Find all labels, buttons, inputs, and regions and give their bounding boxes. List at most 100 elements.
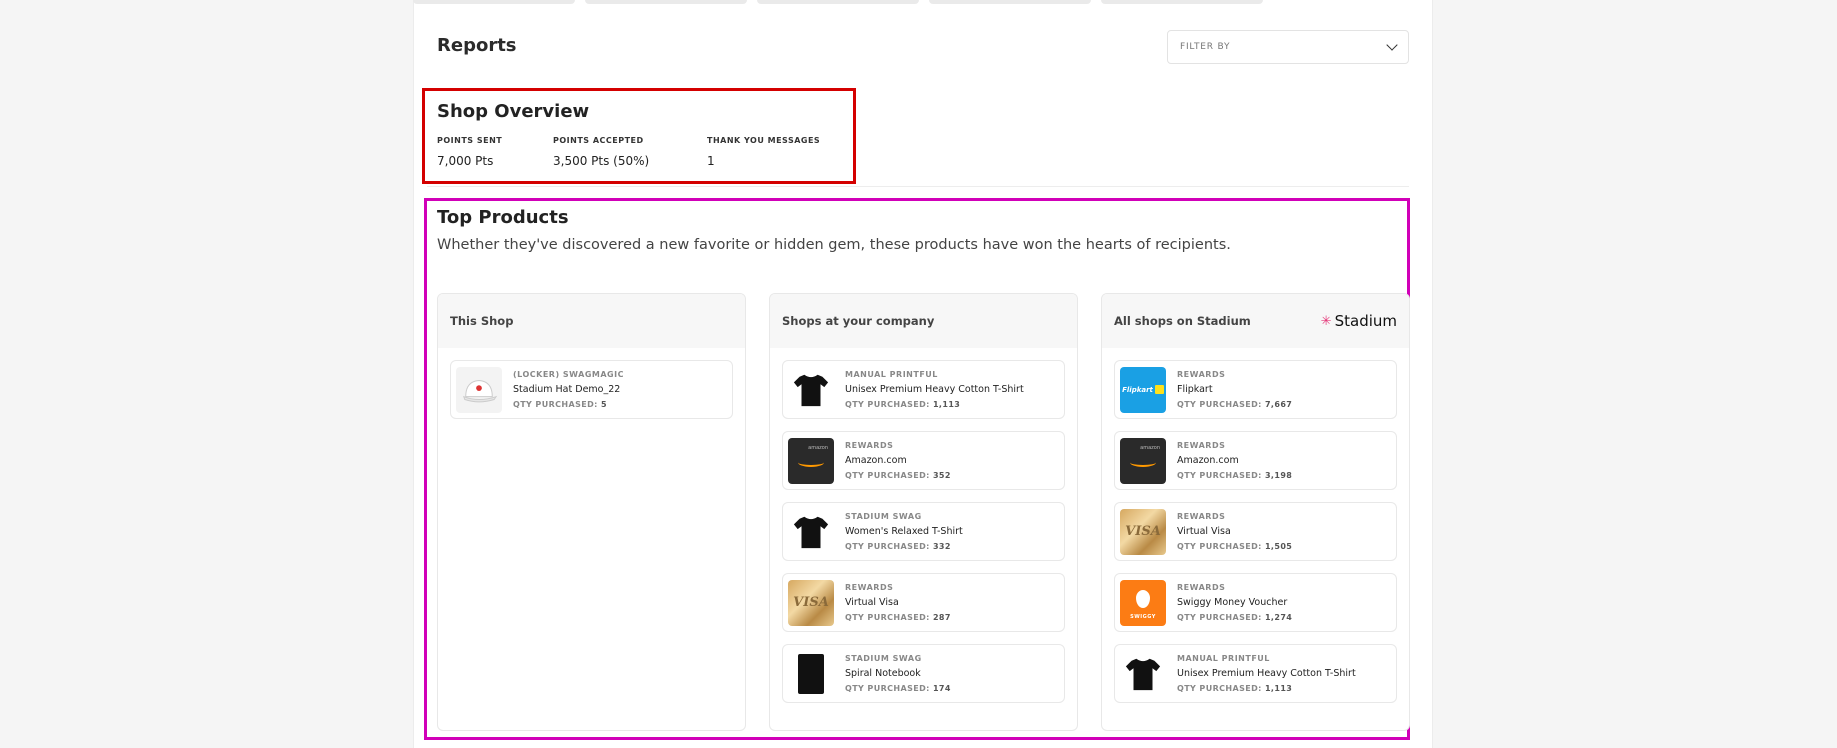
visa-icon: VISA: [788, 579, 834, 626]
amazon-icon: amazon: [788, 437, 834, 484]
tshirt-icon: [788, 366, 834, 413]
stat-label: THANK YOU MESSAGES: [707, 136, 821, 145]
product-card[interactable]: amazon REWARDS Amazon.com QTY PURCHASED: 3,…: [1114, 431, 1397, 490]
qty-label: QTY PURCHASED:: [1177, 684, 1262, 693]
brand-name: Stadium: [1334, 312, 1397, 330]
visa-wordmark: VISA: [793, 595, 829, 610]
product-card[interactable]: VISA REWARDS Virtual Visa QTY PURCHASED: 28…: [782, 573, 1065, 632]
qty-label: QTY PURCHASED:: [845, 400, 930, 409]
product-qty: QTY PURCHASED: 1,113: [845, 400, 1024, 409]
product-qty: QTY PURCHASED: 7,667: [1177, 400, 1292, 409]
product-list: MANUAL PRINTFUL Unisex Premium Heavy Cott…: [770, 348, 1077, 703]
notebook-shape: [798, 653, 824, 694]
product-info: REWARDS Flipkart QTY PURCHASED: 7,667: [1177, 370, 1292, 409]
product-source: STADIUM SWAG: [845, 654, 922, 663]
qty-label: QTY PURCHASED:: [845, 471, 930, 480]
qty-value: 1,113: [1264, 684, 1293, 693]
product-name: Amazon.com: [1177, 455, 1239, 466]
amazon-icon: amazon: [1120, 437, 1166, 484]
product-name: Stadium Hat Demo_22: [513, 384, 621, 395]
visa-icon: VISA: [1120, 508, 1166, 555]
product-source: REWARDS: [1177, 512, 1226, 521]
product-card[interactable]: MANUAL PRINTFUL Unisex Premium Heavy Cott…: [782, 360, 1065, 419]
tab[interactable]: [757, 0, 919, 4]
qty-value: 1,505: [1264, 542, 1293, 551]
amazon-smile: [1130, 458, 1156, 467]
tshirt-icon: [788, 508, 834, 555]
product-name: Unisex Premium Heavy Cotton T-Shirt: [845, 384, 1024, 395]
product-qty: QTY PURCHASED: 1,113: [1177, 684, 1356, 693]
qty-label: QTY PURCHASED:: [1177, 542, 1262, 551]
qty-value: 7,667: [1264, 400, 1293, 409]
product-name: Flipkart: [1177, 384, 1213, 395]
tab-strip: [413, 0, 1273, 5]
product-card[interactable]: amazon REWARDS Amazon.com QTY PURCHASED: 35…: [782, 431, 1065, 490]
product-card[interactable]: Flipkart REWARDS Flipkart QTY PURCHASED: 7,…: [1114, 360, 1397, 419]
chevron-down-icon: [1386, 39, 1398, 51]
qty-label: QTY PURCHASED:: [513, 400, 598, 409]
product-card[interactable]: MANUAL PRINTFUL Unisex Premium Heavy Cott…: [1114, 644, 1397, 703]
swiggy-icon: SWIGGY: [1120, 579, 1166, 626]
product-source: REWARDS: [1177, 583, 1226, 592]
product-qty: QTY PURCHASED: 174: [845, 684, 951, 693]
product-info: REWARDS Amazon.com QTY PURCHASED: 3,198: [1177, 441, 1292, 480]
amazon-wordmark: amazon: [1140, 444, 1160, 451]
swiggy-wordmark: SWIGGY: [1130, 613, 1156, 620]
column-title: This Shop: [450, 314, 514, 328]
flipkart-wordmark: Flipkart: [1122, 385, 1153, 394]
tab[interactable]: [413, 0, 575, 4]
product-card[interactable]: (LOCKER) SWAGMAGIC Stadium Hat Demo_22 QTY…: [450, 360, 733, 419]
qty-value: 174: [932, 684, 951, 693]
qty-label: QTY PURCHASED:: [1177, 400, 1262, 409]
overview-title: Shop Overview: [437, 101, 590, 122]
amazon-wordmark: amazon: [808, 444, 828, 451]
column-header: All shops on Stadium ✳ Stadium: [1102, 294, 1409, 348]
tab[interactable]: [929, 0, 1091, 4]
column-company-shops: Shops at your company MANUAL PRINTFUL Uni…: [769, 293, 1078, 731]
qty-value: 3,198: [1264, 471, 1293, 480]
product-qty: QTY PURCHASED: 1,505: [1177, 542, 1292, 551]
product-source: (LOCKER) SWAGMAGIC: [513, 370, 624, 379]
product-card[interactable]: SWIGGY REWARDS Swiggy Money Voucher QTY PUR…: [1114, 573, 1397, 632]
qty-value: 1,113: [932, 400, 961, 409]
flipkart-icon: Flipkart: [1120, 366, 1166, 413]
stat-value: 3,500 Pts (50%): [553, 154, 650, 168]
qty-value: 352: [932, 471, 951, 480]
qty-label: QTY PURCHASED:: [845, 542, 930, 551]
column-all-shops: All shops on Stadium ✳ Stadium Flipkart R…: [1101, 293, 1410, 731]
tab[interactable]: [585, 0, 747, 4]
column-header: Shops at your company: [770, 294, 1077, 348]
product-qty: QTY PURCHASED: 5: [513, 400, 624, 409]
product-qty: QTY PURCHASED: 332: [845, 542, 963, 551]
product-card[interactable]: STADIUM SWAG Women's Relaxed T-Shirt QTY P…: [782, 502, 1065, 561]
swiggy-pin: [1136, 589, 1150, 608]
tshirt-icon: [1120, 650, 1166, 697]
product-card[interactable]: VISA REWARDS Virtual Visa QTY PURCHASED: 1,…: [1114, 502, 1397, 561]
stat-value: 7,000 Pts: [437, 154, 494, 168]
product-info: REWARDS Virtual Visa QTY PURCHASED: 287: [845, 583, 951, 622]
product-qty: QTY PURCHASED: 1,274: [1177, 613, 1292, 622]
product-source: MANUAL PRINTFUL: [1177, 654, 1270, 663]
stat-label: POINTS ACCEPTED: [553, 136, 644, 145]
product-card[interactable]: STADIUM SWAG Spiral Notebook QTY PURCHASED…: [782, 644, 1065, 703]
tab[interactable]: [1101, 0, 1263, 4]
product-name: Amazon.com: [845, 455, 907, 466]
product-info: REWARDS Swiggy Money Voucher QTY PURCHASED…: [1177, 583, 1292, 622]
filter-dropdown[interactable]: FILTER BY: [1167, 30, 1409, 64]
product-name: Spiral Notebook: [845, 668, 921, 679]
stadium-spark-icon: ✳: [1320, 313, 1332, 329]
stadium-logo: ✳ Stadium: [1321, 312, 1397, 330]
column-this-shop: This Shop (LOCKER) SWAGMAGIC Stadium Hat …: [437, 293, 746, 731]
product-source: STADIUM SWAG: [845, 512, 922, 521]
product-source: MANUAL PRINTFUL: [845, 370, 938, 379]
stat-thank-you-messages: THANK YOU MESSAGES 1: [707, 136, 820, 168]
product-info: STADIUM SWAG Women's Relaxed T-Shirt QTY P…: [845, 512, 963, 551]
page-title: Reports: [437, 35, 517, 56]
product-qty: QTY PURCHASED: 287: [845, 613, 951, 622]
product-source: REWARDS: [845, 441, 894, 450]
qty-value: 1,274: [1264, 613, 1293, 622]
column-title: Shops at your company: [782, 314, 935, 328]
qty-label: QTY PURCHASED:: [845, 613, 930, 622]
amazon-smile: [798, 458, 824, 467]
product-info: REWARDS Virtual Visa QTY PURCHASED: 1,505: [1177, 512, 1292, 551]
